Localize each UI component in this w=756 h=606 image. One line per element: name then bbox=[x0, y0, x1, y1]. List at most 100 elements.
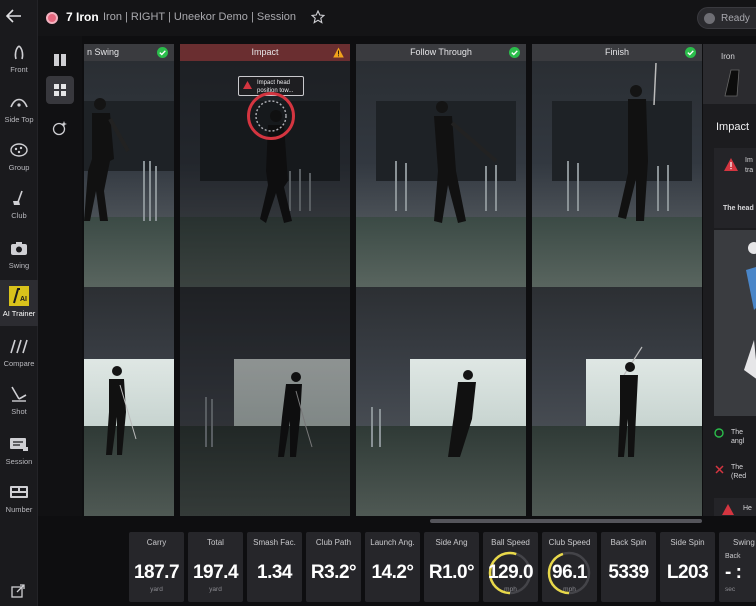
golfer-silhouette bbox=[84, 98, 174, 221]
side-camera-frame bbox=[84, 61, 174, 287]
metric-value: 187.7 bbox=[133, 562, 180, 583]
impact-head-marker bbox=[247, 92, 295, 140]
ok-check-icon bbox=[685, 47, 696, 58]
front-view-icon bbox=[8, 42, 30, 62]
metric-value: 5339 bbox=[608, 562, 649, 583]
session-subtitle: Iron | RIGHT | Uneekor Demo | Session bbox=[103, 11, 296, 23]
metric-value: R1.0° bbox=[428, 562, 475, 583]
ai-trainer-icon: AI bbox=[8, 286, 30, 306]
golfer-silhouette bbox=[618, 346, 643, 457]
warning-icon bbox=[724, 158, 738, 171]
impact-alert-card: Im tra The head bbox=[714, 148, 756, 228]
metric-sub-label: Back bbox=[725, 553, 741, 560]
frame-title: Finish bbox=[532, 44, 702, 61]
side-camera-frame bbox=[356, 61, 526, 287]
alert-description: The head bbox=[723, 205, 754, 212]
sparkle-target-icon bbox=[52, 121, 67, 136]
ai-analysis-button[interactable] bbox=[46, 114, 74, 142]
metric-label: Smash Fac. bbox=[253, 538, 296, 547]
club-icon bbox=[8, 188, 30, 208]
ready-status-dot bbox=[704, 12, 715, 24]
group-icon bbox=[8, 140, 30, 160]
metric-label: Total bbox=[207, 538, 224, 547]
grid-icon bbox=[54, 84, 66, 96]
analysis-side-panel: Iron Impact Im tra The head The angl The… bbox=[703, 44, 756, 516]
metric-total: Total 197.4 yard bbox=[188, 532, 243, 602]
club-title: 7 Iron bbox=[66, 10, 99, 24]
club-head-illustration bbox=[714, 230, 756, 416]
metric-club-speed: Club Speed 96.1 mph bbox=[542, 532, 597, 602]
metric-unit: sec bbox=[725, 586, 736, 593]
horizontal-scrollbar[interactable] bbox=[430, 519, 702, 523]
back-icon[interactable] bbox=[5, 9, 22, 28]
ready-button[interactable]: Ready bbox=[697, 7, 756, 29]
impact-section-title: Impact bbox=[716, 121, 750, 133]
metric-carry: Carry 187.7 yard bbox=[129, 532, 184, 602]
metrics-bar: Carry 187.7 yard Total 197.4 yard Smash … bbox=[38, 524, 756, 606]
check-text-2: The bbox=[731, 464, 744, 471]
alert-text-line-2: tra bbox=[745, 167, 754, 174]
bottom-alert-text: He bbox=[743, 505, 752, 512]
ok-check-icon bbox=[509, 47, 520, 58]
ready-label: Ready bbox=[721, 12, 750, 24]
club-tab-iron[interactable]: Iron bbox=[703, 44, 756, 104]
sidebar-item-label: Club bbox=[11, 211, 27, 220]
sidebar-item-club[interactable]: Club bbox=[0, 188, 38, 232]
metric-launch-angle: Launch Ang. 14.2° bbox=[365, 532, 420, 602]
sidebar-item-shot[interactable]: Shot bbox=[0, 384, 38, 428]
side-camera-frame bbox=[532, 61, 702, 287]
compare-icon bbox=[8, 336, 30, 356]
camera-icon bbox=[8, 238, 30, 258]
sidebar-item-session[interactable]: Session bbox=[0, 434, 38, 478]
grid-view-button[interactable] bbox=[46, 76, 74, 104]
frame-panel-impact[interactable]: Impact Impact head position tow... bbox=[180, 44, 350, 516]
metric-value: 96.1 bbox=[552, 562, 587, 583]
metric-value: 197.4 bbox=[192, 562, 239, 583]
metric-label: Back Spin bbox=[610, 538, 647, 547]
metric-club-path: Club Path R3.2° bbox=[306, 532, 361, 602]
app-window: Front Side Top Group Club Swing AI AI Tr… bbox=[0, 0, 756, 606]
sidebar-item-number[interactable]: Number bbox=[0, 482, 38, 526]
sidebar-item-ai-trainer[interactable]: AI AI Trainer bbox=[0, 280, 38, 326]
metric-smash-factor: Smash Fac. 1.34 bbox=[247, 532, 302, 602]
sidebar-item-side-top[interactable]: Side Top bbox=[0, 92, 38, 136]
check-text-1: The bbox=[731, 429, 744, 436]
metric-swing-tempo: Swing Back - : sec bbox=[719, 532, 756, 602]
frame-title: Impact bbox=[180, 44, 350, 61]
star-icon[interactable] bbox=[310, 9, 326, 29]
two-column-view-button[interactable] bbox=[46, 46, 74, 74]
external-link-icon[interactable] bbox=[11, 584, 25, 603]
metric-value: 1.34 bbox=[257, 562, 292, 583]
front-camera-frame bbox=[84, 287, 174, 516]
sidebar-item-compare[interactable]: Compare bbox=[0, 336, 38, 380]
front-camera-frame bbox=[532, 287, 702, 516]
warning-icon bbox=[333, 47, 344, 58]
svg-text:AI: AI bbox=[20, 296, 27, 303]
check-text-1b: angl bbox=[731, 438, 745, 445]
metric-unit: mph bbox=[563, 586, 576, 593]
sidebar-item-swing[interactable]: Swing bbox=[0, 238, 38, 282]
frame-panel-finish[interactable]: Finish bbox=[532, 44, 702, 516]
frame-panel-follow-through[interactable]: Follow Through bbox=[356, 44, 526, 516]
frame-title: Follow Through bbox=[356, 44, 526, 61]
tooltip-line-1: Impact head bbox=[257, 80, 291, 86]
sidebar-item-label: Number bbox=[5, 505, 33, 514]
metric-unit: yard bbox=[209, 586, 222, 593]
view-toggle-column bbox=[38, 36, 82, 516]
metric-label: Ball Speed bbox=[491, 538, 530, 547]
sidebar-item-group[interactable]: Group bbox=[0, 140, 38, 184]
metric-label: Club Path bbox=[315, 538, 352, 547]
front-camera-frame bbox=[356, 287, 526, 516]
sidebar-item-label: Compare bbox=[3, 359, 35, 368]
frame-panel-swing[interactable]: n Swing bbox=[84, 44, 174, 516]
session-icon bbox=[8, 434, 30, 454]
ok-circle-icon bbox=[714, 428, 724, 438]
golfer-silhouette bbox=[376, 101, 516, 223]
golfer-silhouette bbox=[106, 366, 137, 455]
metric-ball-speed: Ball Speed 129.0 mph bbox=[483, 532, 538, 602]
side-top-view-icon bbox=[8, 92, 30, 112]
metric-side-spin: Side Spin L203 bbox=[660, 532, 715, 602]
metric-unit: yard bbox=[150, 586, 163, 593]
sidebar-item-front[interactable]: Front bbox=[0, 42, 38, 86]
warning-icon bbox=[722, 504, 734, 515]
